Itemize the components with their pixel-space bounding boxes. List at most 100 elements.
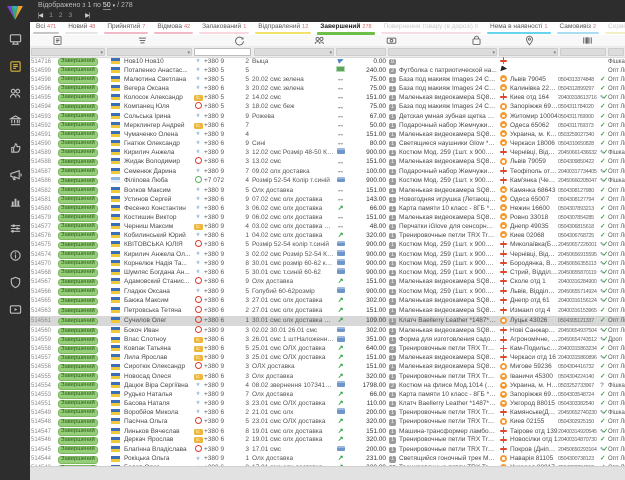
order-row[interactable]: 514596ЗавершенийВегера Оксана*+380 6320.… <box>30 84 625 93</box>
order-row[interactable]: 514581ЗавершенийУстинов Сергей*+380 6907… <box>30 195 625 204</box>
order-row[interactable]: 514591ЗавершенийЧумаченко Олена*+380 94↔… <box>30 130 625 139</box>
page-number-button[interactable]: 2 <box>59 12 63 19</box>
order-row[interactable]: 514559ЗавершенийВлас Слотноуlc+380 6326.… <box>30 336 625 345</box>
order-row[interactable]: 514716ЗавершенийНов10 Нов10*+380 92Выца0… <box>30 57 625 66</box>
order-row[interactable]: 514576ЗавершенийКобилинський Юрий*+380 6… <box>30 231 625 240</box>
column-filter-input[interactable]: ▾ <box>107 48 192 56</box>
tab-Відправлений[interactable]: Відправлений12 <box>252 22 314 35</box>
order-row[interactable]: 514577ЗавершенийЧерниш Максимlc+380 9403… <box>30 222 625 231</box>
column-filter-input[interactable] <box>560 48 606 56</box>
page-number-button[interactable]: 3 <box>68 12 72 19</box>
sidebar-item-info[interactable] <box>0 242 30 269</box>
order-row[interactable]: 514587ЗавершенийСеменюк Дарина*+380 9709… <box>30 167 625 176</box>
order-row[interactable]: 514575ЗавершенийКВІТОВСЬКА ЮЛІЯ+380 65Ро… <box>30 240 625 250</box>
tab-Прийнятий[interactable]: Прийнятий7 <box>101 22 151 35</box>
order-row[interactable]: 514557ЗавершенийЛила Ярославlc+380 9325.… <box>30 354 625 363</box>
order-row[interactable]: 514547ЗавершенийЛиньков Вячеславlc+380 6… <box>30 427 625 436</box>
column-header-barcode-icon[interactable] <box>582 35 593 46</box>
filter-dropdown-arrow-icon[interactable]: ▾ <box>553 50 556 56</box>
sidebar-item-video[interactable] <box>0 296 30 323</box>
ukraine-flag-icon <box>111 196 120 202</box>
column-header-location-icon[interactable] <box>524 35 535 46</box>
column-filter-input[interactable]: ▾ <box>499 48 558 56</box>
column-filter-input[interactable] <box>194 48 251 56</box>
sidebar-item-settings[interactable] <box>0 215 30 242</box>
order-row[interactable]: 514563ЗавершенийПетровська Тетяна+380 62… <box>30 306 625 316</box>
order-row[interactable]: 514574ЗавершенийКирилич Анжела Ол...*+38… <box>30 250 625 259</box>
carrier-orange-icon <box>500 103 507 110</box>
order-row[interactable]: 514582ЗавершенийВолков Максим*+380 95Олх… <box>30 186 625 195</box>
tab-Новий[interactable]: Новий48 <box>62 22 101 35</box>
order-row[interactable]: 514555ЗавершенийНовосад Олесяlc+380 63Ол… <box>30 372 625 381</box>
order-row[interactable]: 514554ЗавершенийДацюк Віра Сергіївна*+38… <box>30 381 625 390</box>
tab-Самовивіз[interactable]: Самовивіз2 <box>554 22 603 35</box>
order-row[interactable]: 514594ЗавершенийКомпанец Юля+380 5318.02… <box>30 102 625 112</box>
order-row[interactable]: 514560ЗавершенийБокоч Иван+380 9302.02 3… <box>30 326 625 336</box>
order-row[interactable]: 514570ЗавершенийКорнелюк Надія Та...*+38… <box>30 259 625 268</box>
order-row[interactable]: 514589ЗавершенийКирилич Анжела*+380 9312… <box>30 148 625 157</box>
tab-Завершений[interactable]: Завершений278 <box>314 22 377 35</box>
tab-Запакований[interactable]: Запакований1 <box>196 22 252 35</box>
column-header-money-icon[interactable] <box>386 35 397 46</box>
order-row[interactable]: 514568ЗавершенийШумляс Богдана Ан...*+38… <box>30 268 625 277</box>
order-row[interactable]: 514546ЗавершенийДеркач Ярославlc+380 621… <box>30 436 625 445</box>
tab-Відмова[interactable]: Відмова42 <box>151 22 196 35</box>
order-row[interactable]: 514558ЗавершенийКовпак Татьянаlc+380 652… <box>30 345 625 354</box>
column-filter-input[interactable]: ▾ <box>31 48 105 56</box>
tab-Нема в наявності[interactable]: Нема в наявності1 <box>484 22 554 35</box>
column-header-sort-icon[interactable] <box>137 35 148 46</box>
order-row[interactable]: 514566ЗавершенийГладюк Оксана*+380 95Гол… <box>30 287 625 296</box>
page-size-dropdown[interactable]: 50 <box>103 2 111 10</box>
app-logo-icon[interactable] <box>0 0 30 26</box>
items-count-badge: 1 <box>386 260 399 268</box>
tab-Повернення товару (в дорозі)[interactable]: Повернення товару (в дорозі)0 <box>378 22 484 35</box>
order-row[interactable]: 514592ЗавершенийМерклингер Андрейlc+380 … <box>30 121 625 130</box>
order-row[interactable]: 514580ЗавершенийФесенко Константин*+380 … <box>30 204 625 213</box>
sidebar-item-analytics[interactable] <box>0 188 30 215</box>
sidebar-item-marketing[interactable] <box>0 161 30 188</box>
filter-dropdown-arrow-icon[interactable]: ▾ <box>100 50 103 56</box>
first-page-button[interactable]: |◀ <box>38 12 42 19</box>
column-filter-input[interactable]: ▾ <box>388 48 497 56</box>
order-row[interactable]: 514544ЗавершенийРокіцька Ольга*+380 91Ол… <box>30 455 625 464</box>
sidebar-item-clients[interactable] <box>0 80 30 107</box>
tab-Сервіси[interactable]: Сервіси0 <box>602 22 625 35</box>
column-filter-input[interactable]: ▾ <box>254 48 334 56</box>
order-row[interactable]: 514545ЗавершенийБлагінна Владіслава+380 … <box>30 445 625 455</box>
order-row[interactable]: 514553ЗавершенийРудько Наталья*+380 97Ол… <box>30 390 625 399</box>
order-row[interactable]: 514579ЗавершенийКостишин Виктор*+380 990… <box>30 213 625 222</box>
order-row[interactable]: 514598ЗавершенийМалютина Светлана*+380 5… <box>30 75 625 84</box>
sidebar-item-finance[interactable] <box>0 107 30 134</box>
page-number-button[interactable]: 1 <box>49 12 53 19</box>
sidebar-item-orders[interactable] <box>0 53 30 80</box>
last-page-button[interactable]: ▶| <box>85 12 89 19</box>
column-header-bag-icon[interactable] <box>471 35 482 46</box>
order-row[interactable]: 514588ЗавершенийЖидак Володимир+380 6313… <box>30 157 625 167</box>
order-row[interactable]: 514593ЗавершенийСольська Ірина*+380 99Ро… <box>30 112 625 121</box>
filter-dropdown-arrow-icon[interactable]: ▾ <box>187 50 190 56</box>
order-row[interactable]: 514561ЗавершенийСучилов Олег+380 6130.01… <box>30 316 625 326</box>
check-icon: ✓ <box>600 196 605 203</box>
sidebar-item-offers[interactable] <box>0 134 30 161</box>
order-row[interactable]: 514586ЗавершенийФіліпова Люба+7 0724Розм… <box>30 176 625 186</box>
column-header-orders-list-icon[interactable] <box>52 35 63 46</box>
order-row[interactable]: 514599ЗавершенийПотапенко Анастас...*+38… <box>30 66 625 75</box>
order-row[interactable]: 514551ЗавершенийБасова Наталя*+380 9323.… <box>30 399 625 408</box>
order-row[interactable]: 514565ЗавершенийБаюка Максим+380 6327.01… <box>30 296 625 306</box>
filter-dropdown-arrow-icon[interactable]: ▾ <box>492 50 495 56</box>
order-row[interactable]: 514567ЗавершенийАдамовский Станис...+380… <box>30 277 625 287</box>
tab-Всі[interactable]: Всі471 <box>30 22 62 35</box>
order-row[interactable]: 514549ЗавершенийВоробйов Микола*+380 622… <box>30 408 625 417</box>
column-header-people-icon[interactable] <box>314 35 325 46</box>
order-row[interactable]: 514556ЗавершенийСиротюк Олександр+380 93… <box>30 362 625 372</box>
filter-dropdown-arrow-icon[interactable]: ▾ <box>329 50 332 56</box>
order-row[interactable]: 514548ЗавершенийПасічна Ольга+380 9523.0… <box>30 417 625 427</box>
tracking-number: 0503252733967 <box>558 382 600 390</box>
order-row[interactable]: 514595ЗавершенийКолосок Александрlc+380 … <box>30 93 625 102</box>
sidebar-item-dashboard[interactable] <box>0 26 30 53</box>
sidebar-item-security[interactable] <box>0 269 30 296</box>
order-row[interactable]: 514590ЗавершенийГнатюк Олександр*+380 69… <box>30 139 625 148</box>
column-filter-input[interactable] <box>608 48 624 56</box>
column-header-sync-icon[interactable] <box>234 35 245 46</box>
column-filter-input[interactable] <box>336 48 386 56</box>
